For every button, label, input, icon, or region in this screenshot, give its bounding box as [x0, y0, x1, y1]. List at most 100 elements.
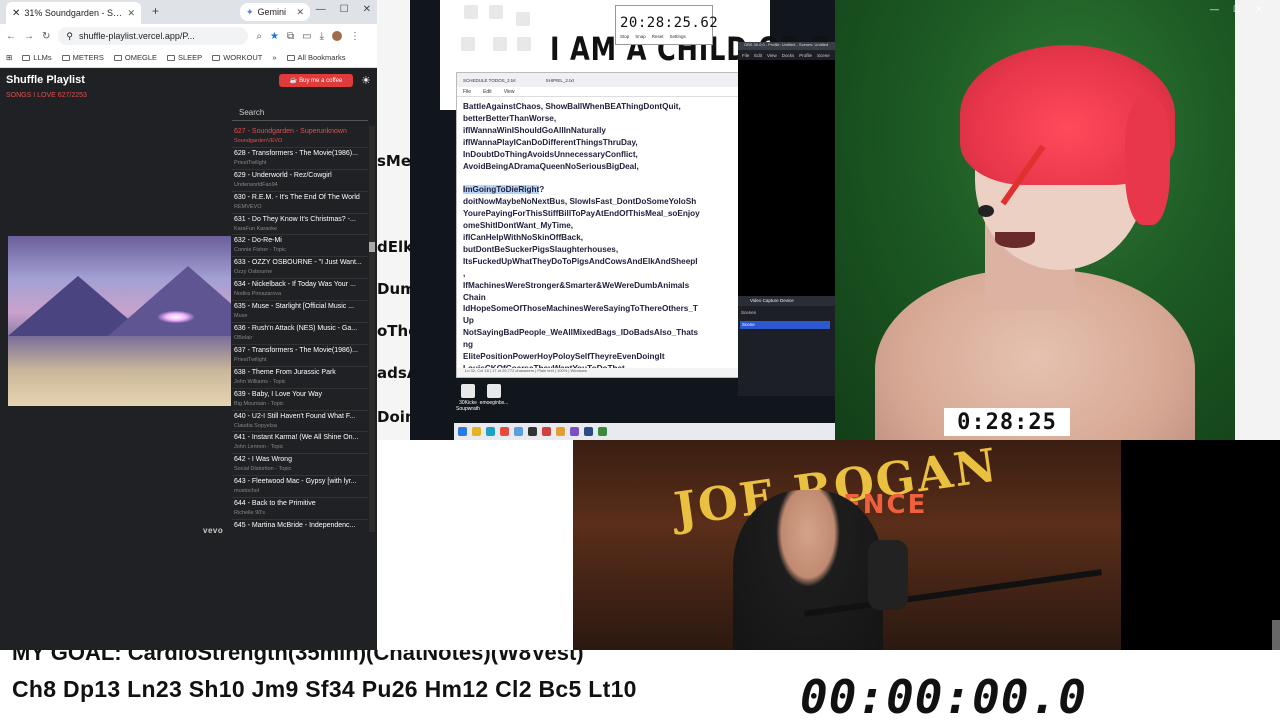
obs-menu-item[interactable]: Docks	[782, 53, 795, 58]
cast-icon[interactable]: ▭	[302, 31, 311, 42]
playlist-item-title: 635 - Muse - Starlight [Official Music .…	[234, 303, 355, 311]
apps-grid-icon[interactable]: ⊞	[6, 53, 12, 62]
notepad-icon[interactable]	[514, 427, 523, 436]
bookmark-workout[interactable]: WORKOUT	[212, 53, 262, 62]
right-scrollbar[interactable]	[1272, 620, 1280, 650]
obs-menu-item[interactable]: View	[767, 53, 777, 58]
stopwatch-snap-button[interactable]: Snap	[635, 34, 646, 39]
stopwatch-window: 20:28:25.62 Stop Snap Reset Settings	[615, 5, 718, 45]
desktop-shortcut[interactable]: INTRO_IN...	[453, 37, 483, 59]
notepad-tab[interactable]: SCHEDULE TODOS_2.txt	[463, 78, 516, 83]
chrome-icon[interactable]	[500, 427, 509, 436]
obs-menu-item[interactable]: Profile	[799, 53, 812, 58]
media-icon[interactable]	[542, 427, 551, 436]
new-tab-icon[interactable]: +	[152, 4, 159, 18]
playlist-item[interactable]: 637 - Transformers - The Movie(1986)... P…	[232, 345, 368, 367]
avatar[interactable]	[331, 31, 342, 41]
playlist-item-title: 633 - OZZY OSBOURNE - "I Just Want...	[234, 259, 362, 267]
file-explorer-icon[interactable]	[472, 427, 481, 436]
desktop-shortcut[interactable]: SCHEDULE TODOS_2	[481, 5, 511, 33]
playlist-item[interactable]: 645 - Martina McBride - Independenc...	[232, 520, 368, 532]
playlist-item-artist: OBelair	[234, 335, 253, 342]
document-capture-lower	[377, 440, 573, 652]
playlist-item[interactable]: 643 - Fleetwood Mac - Gypsy [with lyr...…	[232, 476, 368, 499]
playlist-item[interactable]: 628 - Transformers - The Movie(1986)... P…	[232, 148, 368, 170]
close-icon[interactable]: ✕	[1255, 4, 1263, 15]
bookmark-star-icon[interactable]: ★	[270, 31, 279, 42]
playlist-item[interactable]: 635 - Muse - Starlight [Official Music .…	[232, 301, 368, 324]
tab-close-icon[interactable]: ✕	[296, 7, 304, 18]
playlist-item[interactable]: 631 - Do They Know It's Christmas? -... K…	[232, 214, 368, 236]
desktop-shortcut[interactable]: HR 125bpm	[508, 12, 538, 34]
obs-menu-item[interactable]: Scene	[817, 53, 830, 58]
site-info-icon[interactable]: ⚲	[66, 31, 73, 42]
playlist-item-title: 632 - Do-Re-Mi	[234, 237, 282, 245]
extensions-icon[interactable]: ⧉	[287, 31, 294, 42]
playlist-item[interactable]: 636 - Rush'n Attack (NES) Music - Ga... O…	[232, 323, 368, 345]
scrollbar-thumb[interactable]	[369, 242, 375, 252]
tab-gemini[interactable]: ✦ Gemini ✕	[240, 3, 310, 21]
playlist-item[interactable]: 634 - Nickelback - If Today Was Your ...…	[232, 279, 368, 302]
obs-window: OBS 30.0.0 - Profile: Untitled - Scenes:…	[738, 42, 835, 396]
minimize-icon[interactable]: —	[316, 4, 326, 15]
stopwatch-icon[interactable]	[556, 427, 565, 436]
obs-menu-item[interactable]: Edit	[754, 53, 762, 58]
windows-start-icon[interactable]	[458, 427, 467, 436]
desktop-shortcut[interactable]: Golden Cheeta...	[509, 37, 539, 65]
tab-close-icon[interactable]: ✕	[127, 8, 135, 19]
bookmark-omegle[interactable]: OMEGLE	[113, 53, 157, 62]
obs-menu-item[interactable]: File	[742, 53, 749, 58]
playlist-item[interactable]: 633 - OZZY OSBOURNE - "I Just Want... Ozz…	[232, 257, 368, 280]
obs-icon[interactable]	[528, 427, 537, 436]
search-icon[interactable]: ⌕	[256, 31, 262, 42]
forward-icon[interactable]: →	[24, 31, 34, 42]
window-controls: — ☐ ✕	[1210, 4, 1263, 15]
app-icon[interactable]	[570, 427, 579, 436]
menu-file[interactable]: File	[463, 89, 471, 95]
video-player[interactable]	[8, 236, 231, 406]
bookmark-sleep[interactable]: SLEEP	[167, 53, 202, 62]
playlist-item[interactable]: 641 - Instant Karma! (We All Shine On...…	[232, 432, 368, 455]
all-bookmarks[interactable]: All Bookmarks	[286, 53, 345, 62]
bookmark-meters[interactable]: METERS	[61, 53, 104, 62]
playlist-item[interactable]: 632 - Do-Re-Mi Connie Fisher - Topic	[232, 235, 368, 258]
more-bookmarks-icon[interactable]: »	[272, 53, 276, 62]
menu-kebab-icon[interactable]: ⋮	[350, 31, 360, 42]
menu-edit[interactable]: Edit	[483, 89, 492, 95]
tab-shuffle-playlist[interactable]: ✕ 31% Soundgarden - Superunkn ✕	[6, 2, 141, 24]
obs-scene-item[interactable]: Scene	[740, 321, 830, 329]
url-field[interactable]: ⚲ shuffle-playlist.vercel.app/P...	[58, 27, 249, 45]
notepad-tab[interactable]: SHIPIEL_2.txt	[546, 78, 574, 83]
minimize-icon[interactable]: —	[1210, 4, 1219, 15]
search-label[interactable]: Search	[239, 108, 264, 117]
playlist-item[interactable]: 629 - Underworld - Rez/Cowgirl Underworld…	[232, 170, 368, 192]
reload-icon[interactable]: ↻	[42, 31, 50, 42]
desktop-shortcut[interactable]: emoeginbs...	[479, 384, 509, 406]
edge-icon[interactable]	[486, 427, 495, 436]
theme-toggle-sun-icon[interactable]: ☀	[361, 74, 371, 87]
back-icon[interactable]: ←	[6, 31, 16, 42]
playlist-item[interactable]: 640 - U2-I Still Haven't Found What F...…	[232, 411, 368, 433]
playlist-scrollbar[interactable]	[369, 126, 375, 532]
maximize-icon[interactable]: ☐	[340, 4, 349, 15]
maximize-icon[interactable]: ☐	[1233, 4, 1241, 15]
bookmark-llms[interactable]: LLMs	[22, 53, 52, 62]
stopwatch-stop-button[interactable]: Stop	[620, 34, 629, 39]
close-icon[interactable]: ✕	[363, 4, 371, 15]
app-icon[interactable]	[584, 427, 593, 436]
playlist-item[interactable]: 630 - R.E.M. - It's The End Of The World…	[232, 192, 368, 214]
download-icon[interactable]: ⤓	[320, 31, 324, 42]
stopwatch-settings-button[interactable]: Settings	[670, 34, 686, 39]
obs-source[interactable]: Video Capture Device	[738, 296, 835, 306]
playlist-item[interactable]: 644 - Back to the Primitive Richelle 90's	[232, 498, 368, 521]
playlist-item[interactable]: 627 - Soundgarden - Superunknown Soundgar…	[232, 126, 368, 148]
app-icon[interactable]	[598, 427, 607, 436]
notepad-text-area[interactable]: BattleAgainstChaos, ShowBallWhenBEAThing…	[457, 97, 738, 377]
playlist-item[interactable]: 638 - Theme From Jurassic Park John Willi…	[232, 367, 368, 389]
playlist-item[interactable]: 639 - Baby, I Love Your Way Big Mountain …	[232, 389, 368, 411]
notepad-line: YourePayingForThisStiffBillToPayAtEndOfT…	[463, 209, 700, 219]
playlist-item[interactable]: 642 - I Was Wrong Social Distortion - Top…	[232, 454, 368, 477]
menu-view[interactable]: View	[504, 89, 515, 95]
buy-coffee-button[interactable]: ☕ Buy me a coffee	[279, 74, 353, 87]
stopwatch-reset-button[interactable]: Reset	[652, 34, 664, 39]
